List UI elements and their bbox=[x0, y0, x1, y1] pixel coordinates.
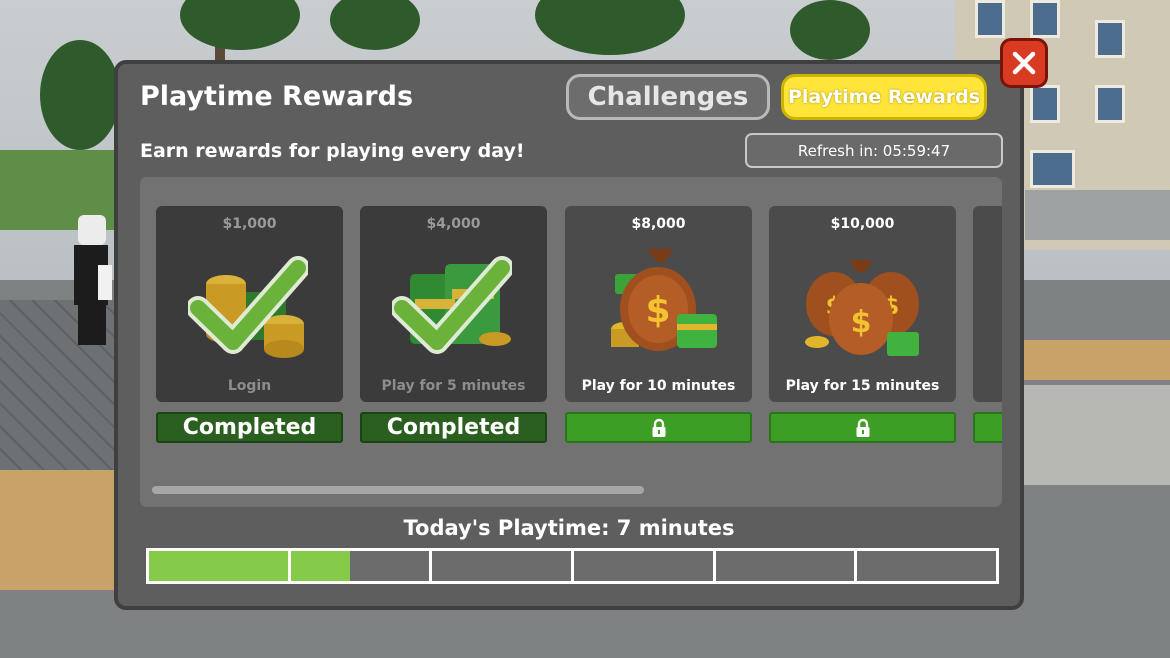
reward-label: Login bbox=[227, 378, 272, 394]
locked-claim-button[interactable] bbox=[565, 412, 752, 443]
progress-segment bbox=[432, 551, 575, 581]
reward-card: $1,000 Login bbox=[156, 206, 343, 402]
close-x-icon bbox=[1012, 51, 1036, 75]
reward-amount: $1,000 bbox=[222, 216, 277, 232]
palm-tree bbox=[790, 0, 870, 60]
completed-status: Completed bbox=[360, 412, 547, 443]
rewards-scroll-area[interactable]: $1,000 Login Completed $4,000 Play for 5… bbox=[140, 177, 1002, 507]
palm-tree bbox=[40, 40, 120, 150]
money-bag-icon: $ bbox=[611, 249, 717, 351]
playtime-progress-bar bbox=[146, 548, 999, 584]
locked-claim-button[interactable] bbox=[769, 412, 956, 443]
panel-title: Playtime Rewards bbox=[140, 81, 414, 112]
reward-card: $8,000 $ Play for 10 minutes bbox=[565, 206, 752, 402]
todays-playtime: Today's Playtime: 7 minutes bbox=[403, 516, 735, 540]
progress-segment bbox=[574, 551, 716, 581]
reward-card-partial bbox=[973, 206, 1002, 402]
locked-claim-button-partial[interactable] bbox=[973, 412, 1002, 443]
money-bags-icon: $ $ $ bbox=[805, 260, 919, 356]
svg-text:$: $ bbox=[851, 305, 872, 340]
reward-card: $4,000 Play for 5 minutes bbox=[360, 206, 547, 402]
progress-segment bbox=[857, 551, 996, 581]
reward-amount: $10,000 bbox=[830, 216, 895, 232]
reward-card: $10,000 $ $ $ Play for 15 minutes bbox=[769, 206, 956, 402]
lock-icon bbox=[652, 418, 665, 437]
checkmark-icon bbox=[392, 256, 512, 354]
reward-amount: $8,000 bbox=[631, 216, 686, 232]
horizontal-scrollbar[interactable] bbox=[152, 486, 644, 494]
progress-segment bbox=[149, 551, 291, 581]
panel-subtitle: Earn rewards for playing every day! bbox=[140, 140, 525, 162]
tab-challenges[interactable]: Challenges bbox=[566, 74, 770, 120]
reward-label: Play for 15 minutes bbox=[785, 378, 940, 394]
player-avatar bbox=[70, 205, 112, 350]
progress-segment bbox=[290, 551, 433, 581]
curb bbox=[1020, 385, 1170, 485]
completed-status: Completed bbox=[156, 412, 343, 443]
progress-segment bbox=[716, 551, 858, 581]
stone-wall bbox=[1025, 190, 1170, 240]
reward-label: Play for 10 minutes bbox=[581, 378, 736, 394]
sand-strip bbox=[1020, 340, 1170, 380]
close-button[interactable] bbox=[1000, 38, 1048, 88]
tab-playtime-rewards[interactable]: Playtime Rewards bbox=[781, 74, 987, 120]
reward-label: Play for 5 minutes bbox=[381, 378, 526, 394]
checkmark-icon bbox=[188, 256, 308, 354]
sand-patch bbox=[0, 470, 120, 590]
refresh-timer: Refresh in: 05:59:47 bbox=[745, 133, 1003, 168]
svg-text:$: $ bbox=[645, 290, 670, 331]
playtime-rewards-panel: Playtime Rewards Earn rewards for playin… bbox=[114, 38, 1048, 610]
reward-amount: $4,000 bbox=[426, 216, 481, 232]
lock-icon bbox=[856, 418, 869, 437]
